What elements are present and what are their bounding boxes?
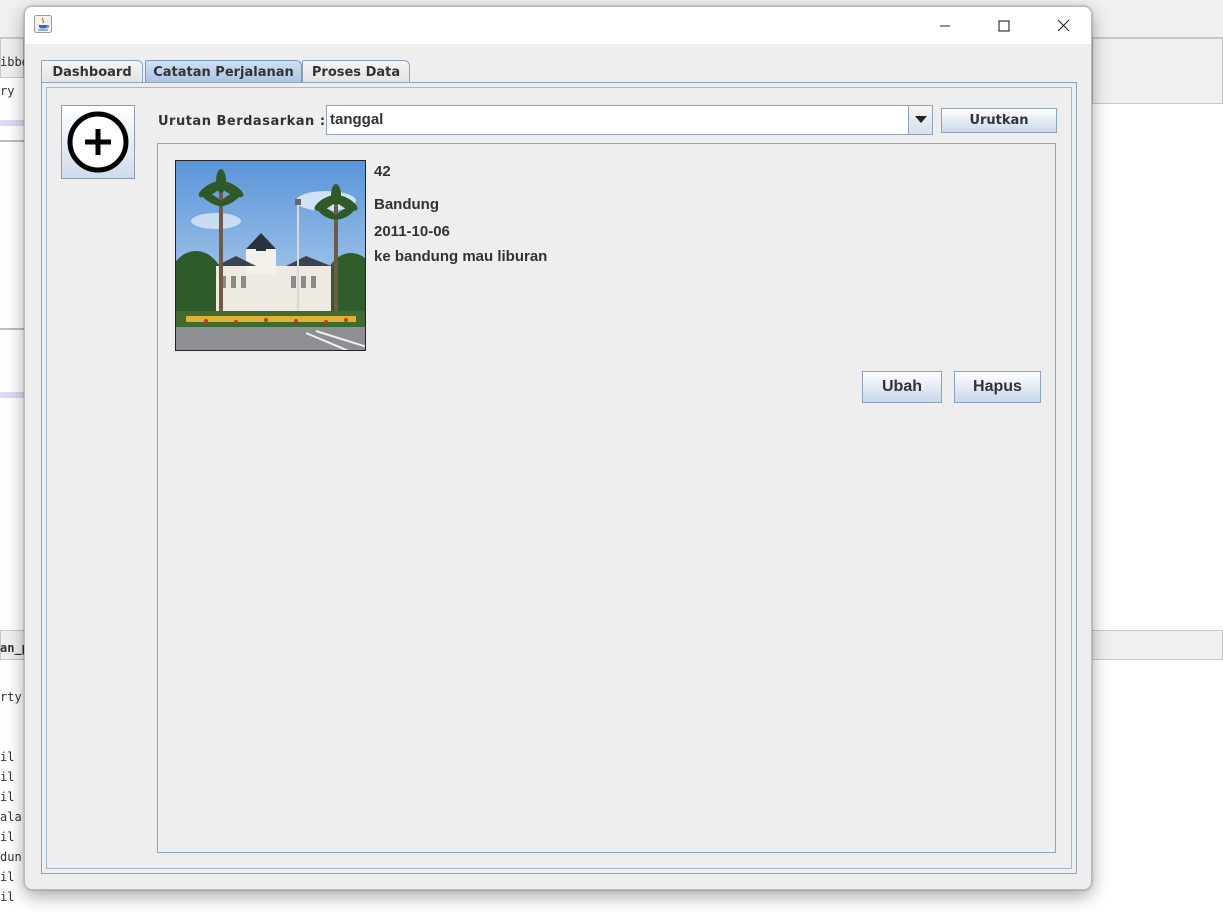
background-highlight [0,120,24,126]
bandung-photo [176,161,365,350]
travel-entry-list: 42 Bandung 2011-10-06 ke bandung mau lib… [157,143,1056,853]
java-app-icon [34,15,52,33]
title-bar[interactable] [25,7,1091,44]
background-divider [0,328,24,330]
maximize-icon [998,19,1010,32]
background-text: ala [0,810,22,824]
sort-by-value: tanggal [330,111,384,128]
tab-catatan-perjalanan[interactable]: Catatan Perjalanan [145,60,302,83]
background-right-toolbar [1092,38,1223,104]
minimize-button[interactable] [916,7,974,44]
background-divider [0,140,24,142]
sort-by-dropdown[interactable]: tanggal [326,105,933,135]
delete-button[interactable]: Hapus [954,371,1041,403]
sort-button[interactable]: Urutkan [941,108,1057,133]
entry-note: ke bandung mau liburan [374,248,548,265]
tab-dashboard[interactable]: Dashboard [41,60,143,83]
chevron-down-icon [914,116,927,123]
entry-photo [175,160,366,351]
background-text: ry [0,84,15,98]
entry-city: Bandung [374,196,439,213]
maximize-button[interactable] [975,7,1033,44]
background-highlight [0,392,24,398]
background-text: il [0,790,15,804]
entry-id: 42 [374,163,391,180]
minimize-icon [940,24,950,27]
background-text: il [0,830,15,844]
dropdown-arrow-button[interactable] [908,105,933,135]
tab-proses-data[interactable]: Proses Data [302,60,410,83]
edit-button[interactable]: Ubah [862,371,942,403]
background-text: il [0,750,15,764]
background-text: dun [0,850,22,864]
background-text: il [0,770,15,784]
add-entry-button[interactable] [61,105,135,179]
entry-date: 2011-10-06 [374,223,450,240]
close-icon [1057,19,1069,32]
app-window: Dashboard Catatan Perjalanan Proses Data… [24,6,1092,890]
background-text: rty [0,690,22,704]
close-button[interactable] [1034,7,1091,44]
background-text: il [0,870,15,884]
plus-circle-icon [67,111,129,173]
background-text: il [0,890,15,904]
sort-label: Urutan Berdasarkan : [158,114,326,129]
